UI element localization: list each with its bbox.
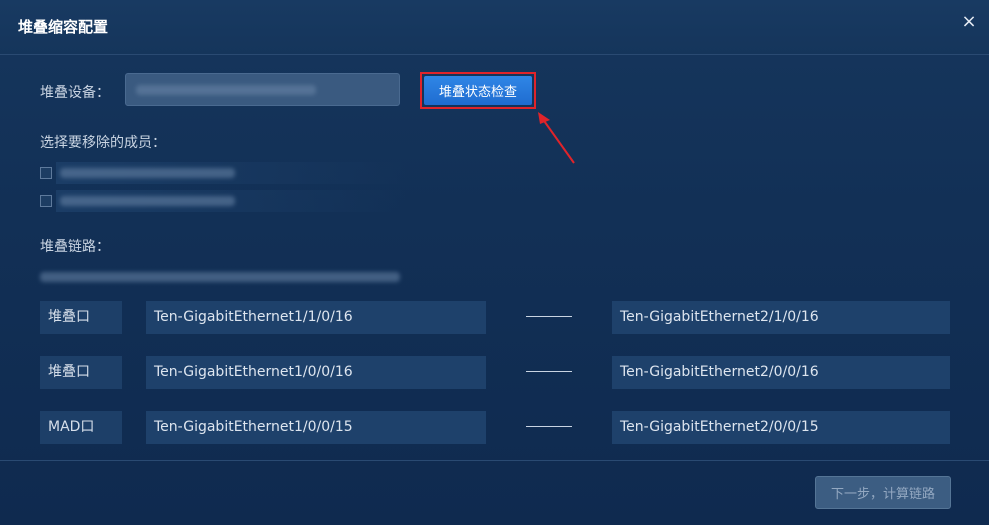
next-calculate-links-button[interactable]: 下一步，计算链路 — [815, 476, 951, 509]
member-item-2 — [56, 190, 406, 212]
dialog-title: 堆叠缩容配置 — [18, 18, 109, 36]
members-label: 选择要移除的成员： — [40, 135, 166, 151]
left-port-field[interactable]: Ten-GigabitEthernet1/0/0/16 — [146, 356, 486, 389]
left-port-field[interactable]: Ten-GigabitEthernet1/1/0/16 — [146, 301, 486, 334]
stack-device-field[interactable] — [125, 73, 400, 106]
port-type: 堆叠口 — [40, 301, 122, 334]
left-port-field[interactable]: Ten-GigabitEthernet1/0/0/15 — [146, 411, 486, 444]
link-connector — [526, 426, 572, 427]
redacted-member-name — [60, 168, 235, 178]
device-label: 堆叠设备： — [40, 85, 110, 101]
redacted-device-name — [136, 85, 316, 95]
link-connector — [526, 371, 572, 372]
port-type: 堆叠口 — [40, 356, 122, 389]
links-label: 堆叠链路： — [40, 239, 110, 255]
close-icon[interactable]: × — [959, 12, 979, 32]
member-item-1 — [56, 162, 406, 184]
port-type: MAD口 — [40, 411, 122, 444]
member-checkbox-2[interactable] — [40, 195, 52, 207]
dialog-titlebar: 堆叠缩容配置 × — [0, 0, 989, 55]
stack-scale-in-dialog: 堆叠缩容配置 × 堆叠设备： 堆叠状态检查 选择要移除的成员： 堆叠链路： 堆叠… — [0, 0, 989, 525]
redacted-member-name — [60, 196, 235, 206]
right-port-field[interactable]: Ten-GigabitEthernet2/0/0/16 — [612, 356, 950, 389]
link-connector — [526, 316, 572, 317]
right-port-field[interactable]: Ten-GigabitEthernet2/1/0/16 — [612, 301, 950, 334]
redacted-link-summary — [40, 272, 400, 282]
stack-status-check-button[interactable]: 堆叠状态检查 — [424, 76, 532, 105]
member-checkbox-1[interactable] — [40, 167, 52, 179]
right-port-field[interactable]: Ten-GigabitEthernet2/0/0/15 — [612, 411, 950, 444]
stack-status-check-highlight: 堆叠状态检查 — [420, 72, 536, 109]
annotation-arrow-icon — [538, 112, 575, 164]
